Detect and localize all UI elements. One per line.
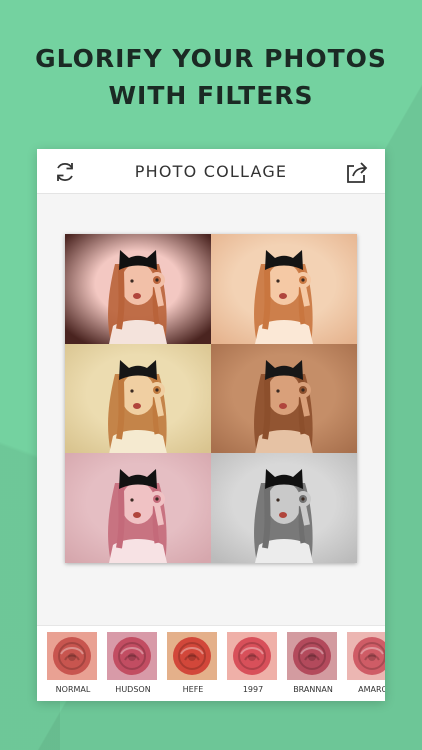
filter-label: AMARO [358,685,385,694]
filter-option-hefe[interactable]: HEFE [167,632,219,696]
collage-cell[interactable] [211,344,357,453]
filter-option-1997[interactable]: 1997 [227,632,279,696]
rose-thumbnail-icon [287,632,337,680]
headline-line2: WITH FILTERS [108,81,314,110]
collage-cell[interactable] [65,344,211,453]
portrait-photo [65,344,211,453]
rose-thumbnail-icon [227,632,277,680]
headline: GLORIFY YOUR PHOTOS WITH FILTERS [0,40,422,114]
filter-thumbnail [167,632,217,680]
collage-cell[interactable] [211,453,357,563]
rose-thumbnail-icon [47,632,97,680]
headline-line1: GLORIFY YOUR PHOTOS [35,44,387,73]
filter-label: NORMAL [55,685,91,694]
share-icon [347,162,368,183]
portrait-photo [211,344,357,453]
filter-strip[interactable]: NORMAL HUDSON HEFE 1997 BRANNAN AMARO [37,625,385,701]
rose-thumbnail-icon [107,632,157,680]
filter-label: BRANNAN [293,685,333,694]
filter-option-amaro[interactable]: AMARO [347,632,385,696]
collage-cell[interactable] [211,234,357,344]
portrait-photo [211,453,357,563]
filter-thumbnail [227,632,277,680]
filter-option-hudson[interactable]: HUDSON [107,632,159,696]
app-screen: PHOTO COLLAGE NORMAL HUDSON HEFE 1997 BR… [37,149,385,701]
rose-thumbnail-icon [347,632,385,680]
photo-collage[interactable] [65,234,357,563]
portrait-photo [211,234,357,344]
filter-label: HEFE [182,685,204,694]
filter-label: 1997 [242,685,264,694]
page-title: PHOTO COLLAGE [134,162,288,181]
filter-label: HUDSON [115,685,151,694]
filter-thumbnail [47,632,97,680]
portrait-photo [65,453,211,563]
top-bar: PHOTO COLLAGE [37,149,385,194]
portrait-photo [65,234,211,344]
collage-cell[interactable] [65,234,211,344]
filter-thumbnail [107,632,157,680]
rose-thumbnail-icon [167,632,217,680]
filter-thumbnail [347,632,385,680]
filter-option-brannan[interactable]: BRANNAN [287,632,339,696]
filter-option-normal[interactable]: NORMAL [47,632,99,696]
share-button[interactable] [343,158,371,186]
filter-thumbnail [287,632,337,680]
collage-cell[interactable] [65,453,211,563]
collage-canvas [37,195,385,625]
